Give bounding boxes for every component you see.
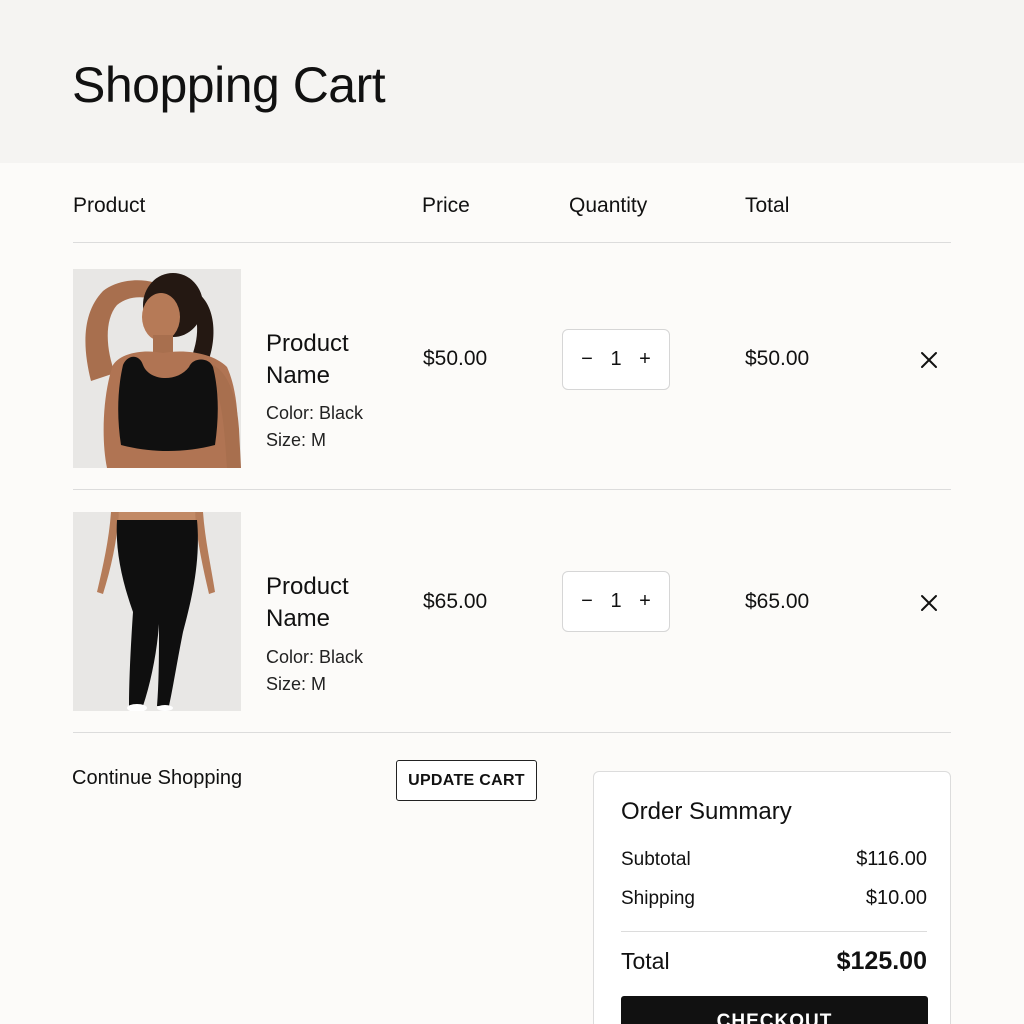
shipping-label: Shipping <box>621 888 695 909</box>
column-header-product: Product <box>73 194 146 217</box>
product-color: Color: Black <box>266 647 364 667</box>
item-price: $65.00 <box>423 590 488 613</box>
item-total: $65.00 <box>745 590 810 613</box>
product-image[interactable] <box>73 512 241 711</box>
item-price: $50.00 <box>423 347 488 370</box>
divider <box>73 242 951 243</box>
subtotal-label: Subtotal <box>621 849 691 870</box>
page-title: Shopping Cart <box>72 57 386 113</box>
quantity-value[interactable]: 1 <box>610 590 621 613</box>
item-total: $50.00 <box>745 347 810 370</box>
product-size: Size: M <box>266 674 327 694</box>
increment-button[interactable]: + <box>635 590 655 613</box>
column-header-quantity: Quantity <box>569 194 648 217</box>
order-summary: Order Summary Subtotal $116.00 Shipping … <box>593 771 951 1024</box>
close-icon <box>921 595 937 611</box>
total-value: $125.00 <box>836 947 927 975</box>
remove-item-button[interactable] <box>917 591 941 615</box>
product-name[interactable]: Product Name <box>266 571 396 635</box>
shipping-value: $10.00 <box>865 887 927 909</box>
update-cart-button[interactable]: UPDATE CART <box>396 760 537 801</box>
subtotal-value: $116.00 <box>856 848 927 870</box>
quantity-stepper: − 1 + <box>562 571 670 632</box>
order-summary-title: Order Summary <box>621 798 792 825</box>
close-icon <box>921 352 937 368</box>
product-image[interactable] <box>73 269 241 468</box>
remove-item-button[interactable] <box>917 348 941 372</box>
product-name[interactable]: Product Name <box>266 328 396 392</box>
decrement-button[interactable]: − <box>577 348 597 371</box>
divider <box>73 489 951 490</box>
column-header-price: Price <box>422 194 470 217</box>
decrement-button[interactable]: − <box>577 590 597 613</box>
column-header-total: Total <box>745 194 790 217</box>
continue-shopping-link[interactable]: Continue Shopping <box>72 767 242 790</box>
divider <box>73 732 951 733</box>
total-label: Total <box>621 948 670 974</box>
product-size: Size: M <box>266 430 327 450</box>
product-color: Color: Black <box>266 403 364 423</box>
quantity-value[interactable]: 1 <box>610 348 621 371</box>
summary-divider <box>621 931 927 932</box>
quantity-stepper: − 1 + <box>562 329 670 390</box>
checkout-button[interactable]: CHECKOUT <box>621 996 928 1024</box>
page-header: Shopping Cart <box>0 0 1024 163</box>
increment-button[interactable]: + <box>635 348 655 371</box>
